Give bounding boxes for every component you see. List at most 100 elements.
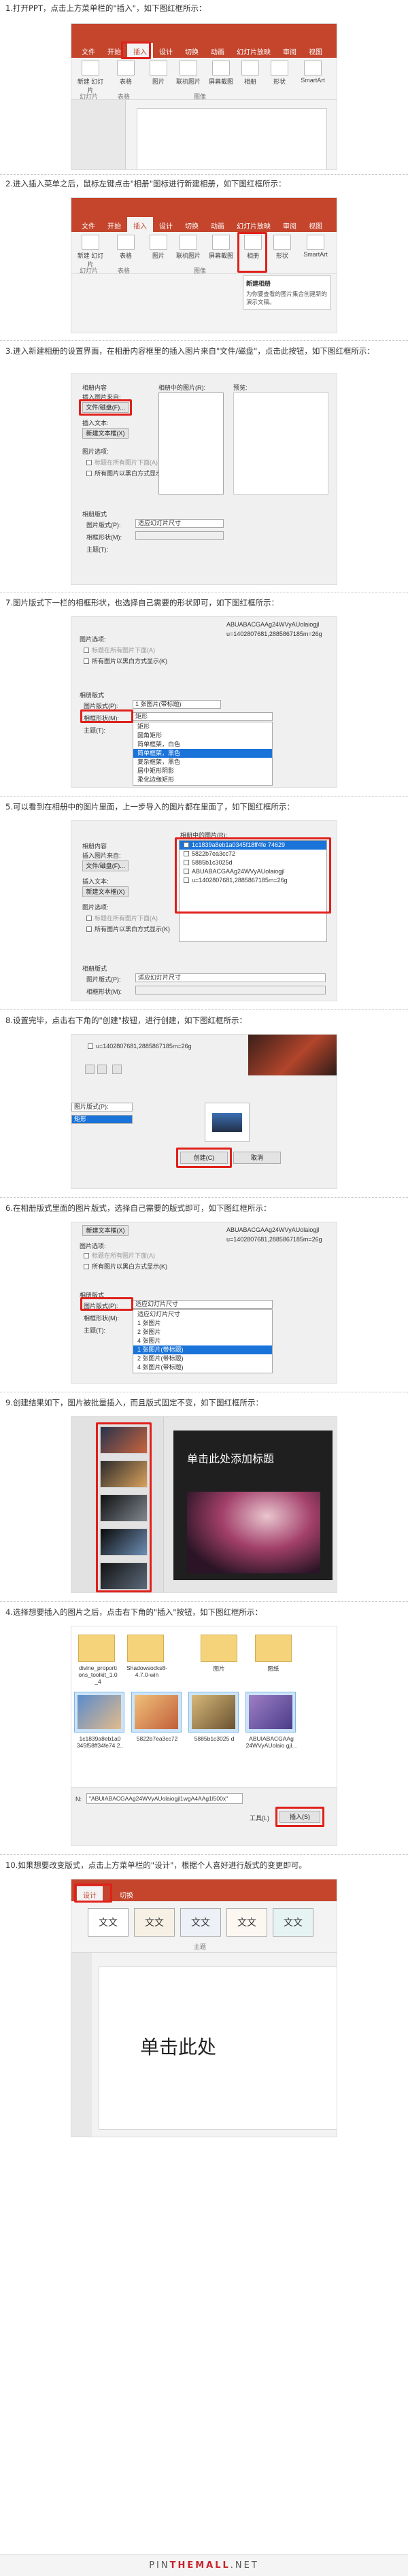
remove-button[interactable] [112,1065,122,1074]
all-bw-checkbox[interactable]: 所有图片以黑白方式显示(K) [86,469,170,478]
album-button[interactable]: 相册 [239,61,262,86]
screenshot-button[interactable]: 屏幕截图 [206,61,236,86]
highlight-box [74,1884,112,1903]
picture-layout-select[interactable]: 1 张图片(带标题) [133,700,221,709]
list-item[interactable]: 柔化边缘矩形 [133,775,272,784]
list-item[interactable]: 2 张图片(带标题) [133,1354,272,1363]
slide-title[interactable]: 单击此处添加标题 [187,1450,274,1466]
list-item[interactable]: 1 张图片 [133,1319,272,1328]
new-textbox-button[interactable]: 新建文本框(X) [82,886,129,897]
tab-view[interactable]: 视图 [303,217,328,232]
online-images-button[interactable]: 联机图片 [173,61,203,86]
shapes-button[interactable]: 形状 [267,61,292,86]
picture-layout-select[interactable]: 适应幻灯片尺寸 [133,1300,273,1309]
list-item-selected[interactable]: 1 张图片(带标题) [133,1345,272,1354]
smartart-button[interactable]: SmartArt [296,61,330,84]
list-item[interactable]: 适应幻灯片尺寸 [133,1310,272,1319]
picture-layout-dropdown[interactable]: 适应幻灯片尺寸 1 张图片 2 张图片 4 张图片 1 张图片(带标题) 2 张… [133,1309,273,1373]
file-disk-button[interactable]: 文件/磁盘(F)... [82,860,129,871]
caption-below-checkbox[interactable]: 标题在所有图片下面(A) [86,458,158,467]
tab-view[interactable]: 视图 [303,43,328,58]
list-item[interactable]: 4 张图片(带标题) [133,1363,272,1372]
theme-thumbnail[interactable]: 文文 [134,1908,175,1937]
picture-tile[interactable] [131,1692,182,1733]
tab-slideshow[interactable]: 幻灯片放映 [231,217,277,232]
tab-animations[interactable]: 动画 [205,43,231,58]
smartart-button[interactable]: SmartArt [299,235,333,258]
picture-layout-select[interactable]: 图片版式(P): [71,1103,133,1111]
frame-shape-select[interactable] [135,531,224,540]
online-images-button[interactable]: 联机图片 [173,235,203,260]
tab-design[interactable]: 设计 [153,217,179,232]
tab-file[interactable]: 文件 [75,43,101,58]
shapes-button[interactable]: 形状 [270,235,294,260]
list-item[interactable]: 4 张图片 [133,1337,272,1345]
frame-shape-select[interactable] [135,986,326,994]
filename-input[interactable]: "ABUIABACGAAg24WVyAUolaiogjl1wgA4AAg1l50… [86,1793,243,1804]
slide-title[interactable]: 单击此处 [140,2033,216,2060]
theme-thumbnail[interactable]: 文文 [226,1908,267,1937]
folder-icon[interactable] [78,1635,115,1662]
list-item[interactable]: u=1402807681,2885867185m=26g [226,631,322,637]
picture-layout-select[interactable]: 适应幻灯片尺寸 [135,973,326,982]
list-item[interactable]: 2 张图片 [133,1328,272,1337]
folder-icon[interactable] [201,1635,237,1662]
list-item-selected[interactable]: 简单框架，黑色 [133,749,272,758]
list-item[interactable]: 矩形 [133,722,272,731]
list-item[interactable]: 居中矩形阴影 [133,767,272,775]
table-button[interactable]: 表格 [114,61,138,86]
table-button[interactable]: 表格 [114,235,138,260]
all-bw-checkbox[interactable]: 所有图片以黑白方式显示(K) [84,1262,167,1271]
list-item[interactable]: ABUABACGAAg24WVyAUolaiogjl [226,1226,319,1233]
picture-tile[interactable] [188,1692,239,1733]
list-item[interactable]: u=1402807681,2885867185m=26g [88,1043,192,1050]
new-slide-button[interactable]: 新建 幻灯片 [75,235,105,269]
images-button[interactable]: 图片 [146,235,171,260]
tools-menu[interactable]: 工具(L) [250,1813,269,1822]
move-down-button[interactable] [97,1065,107,1074]
frame-shape-select[interactable]: 矩形 [71,1115,133,1124]
all-bw-checkbox[interactable]: 所有图片以黑白方式显示(K) [86,924,170,933]
tab-home[interactable]: 开始 [101,217,127,232]
step-caption: 5.可以看到在相册中的图片里面，上一步导入的图片都在里面了，如下图红框所示： [5,802,294,812]
cancel-button[interactable]: 取消 [233,1152,281,1164]
list-item[interactable]: 圆角矩形 [133,731,272,740]
caption-below-checkbox[interactable]: 标题在所有图片下面(A) [84,646,155,654]
tab-transitions[interactable]: 切换 [179,217,205,232]
picture-tile[interactable] [74,1692,124,1733]
new-textbox-button[interactable]: 新建文本框(X) [82,428,129,439]
slide-image[interactable] [187,1492,320,1573]
folder-icon[interactable] [127,1635,164,1662]
list-item[interactable]: ABUABACGAAg24WVyAUolaiogjl [226,621,319,628]
list-item[interactable]: 复杂框架，黑色 [133,758,272,767]
tab-file[interactable]: 文件 [75,217,101,232]
move-up-button[interactable] [85,1065,95,1074]
screenshot-button[interactable]: 屏幕截图 [206,235,236,260]
tab-animations[interactable]: 动画 [205,217,231,232]
tab-slideshow[interactable]: 幻灯片放映 [231,43,277,58]
folder-icon[interactable] [255,1635,292,1662]
tab-review[interactable]: 审阅 [277,217,303,232]
theme-thumbnail[interactable]: 文文 [88,1908,129,1937]
caption-below-checkbox[interactable]: 标题在所有图片下面(A) [84,1251,155,1260]
new-slide-button[interactable]: 新建 幻灯片 [75,61,105,95]
album-picture-list[interactable] [158,392,224,495]
theme-thumbnail[interactable]: 文文 [180,1908,221,1937]
caption-below-checkbox[interactable]: 标题在所有图片下面(A) [86,914,158,922]
images-button[interactable]: 图片 [146,61,171,86]
tab-transitions[interactable]: 切换 [179,43,205,58]
frame-shape-dropdown[interactable]: 矩形 圆角矩形 简单框架，白色 简单框架，黑色 复杂框架，黑色 居中矩形阴影 柔… [133,722,273,786]
list-item[interactable]: 简单框架，白色 [133,740,272,749]
picture-tile[interactable] [245,1692,296,1733]
picture-layout-select[interactable]: 适应幻灯片尺寸 [135,519,224,528]
all-bw-checkbox[interactable]: 所有图片以黑白方式显示(K) [84,656,167,665]
tab-transitions[interactable]: 切换 [114,1886,139,1901]
frame-shape-select[interactable]: 矩形 [133,712,273,721]
tab-insert[interactable]: 插入 [127,217,153,232]
new-textbox-button[interactable]: 新建文本框(X) [82,1225,129,1236]
theme-thumbnail[interactable]: 文文 [273,1908,313,1937]
list-item[interactable]: u=1402807681,2885867185m=26g [226,1236,322,1243]
tab-design[interactable]: 设计 [153,43,179,58]
tab-review[interactable]: 审阅 [277,43,303,58]
preview-box [233,392,328,495]
